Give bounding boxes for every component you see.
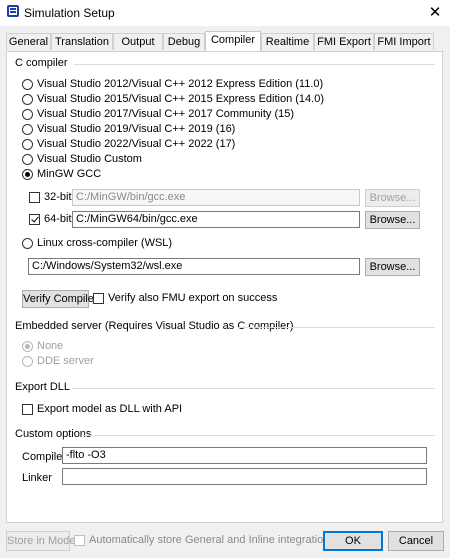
radio-vs2015-label: Visual Studio 2015/Visual C++ 2015 Expre… (37, 93, 324, 105)
tab-realtime[interactable]: Realtime (261, 33, 314, 50)
radio-server-dde[interactable] (22, 356, 33, 367)
title-bar: Simulation Setup ✕ (0, 0, 450, 26)
radio-vs2019[interactable] (22, 124, 33, 135)
cancel-button[interactable]: Cancel (388, 531, 444, 551)
radio-vs2015[interactable] (22, 94, 33, 105)
section-divider (237, 327, 435, 328)
custom-compiler-field[interactable]: -flto -O3 (62, 447, 427, 464)
radio-vs2017-label: Visual Studio 2017/Visual C++ 2017 Commu… (37, 108, 295, 120)
tab-general[interactable]: General (6, 33, 51, 50)
tab-translation[interactable]: Translation (51, 33, 113, 50)
mingw-32bit-checkbox[interactable] (29, 192, 40, 203)
app-icon (7, 5, 19, 17)
close-icon: ✕ (428, 4, 442, 21)
custom-linker-label: Linker (22, 472, 52, 484)
wsl-path-field[interactable]: C:/Windows/System32/wsl.exe (28, 258, 360, 275)
radio-linux-wsl[interactable] (22, 238, 33, 249)
radio-server-dde-label: DDE server (37, 355, 94, 367)
radio-vs2019-label: Visual Studio 2019/Visual C++ 2019 (16) (37, 123, 236, 135)
window-title: Simulation Setup (24, 6, 115, 20)
export-dll-label: Export model as DLL with API (37, 403, 183, 415)
store-in-model-button[interactable]: Store in Model (6, 531, 78, 551)
tab-output[interactable]: Output (113, 33, 163, 50)
radio-vs-custom-label: Visual Studio Custom (37, 153, 142, 165)
custom-compiler-label: Compiler (22, 451, 67, 463)
mingw-64bit-path-field[interactable]: C:/MinGW64/bin/gcc.exe (72, 211, 360, 228)
radio-linux-wsl-label: Linux cross-compiler (WSL) (37, 237, 173, 249)
verify-compiler-button[interactable]: Verify Compiler (22, 290, 98, 308)
tab-debug[interactable]: Debug (163, 33, 205, 50)
section-divider (72, 388, 435, 389)
mingw-64bit-browse-button[interactable]: Browse... (365, 211, 420, 229)
radio-mingw-gcc[interactable] (22, 169, 33, 180)
close-button[interactable]: ✕ (420, 0, 450, 26)
radio-server-none-label: None (37, 340, 64, 352)
export-dll-section-label: Export DLL (15, 381, 71, 393)
custom-linker-field[interactable] (62, 468, 427, 485)
section-divider (83, 435, 435, 436)
radio-vs2022-label: Visual Studio 2022/Visual C++ 2022 (17) (37, 138, 236, 150)
mingw-32bit-browse-button[interactable]: Browse... (365, 189, 420, 207)
verify-fmu-label: Verify also FMU export on success (108, 292, 278, 304)
verify-fmu-checkbox[interactable] (93, 293, 104, 304)
radio-vs2022[interactable] (22, 139, 33, 150)
radio-vs2012-label: Visual Studio 2012/Visual C++ 2012 Expre… (37, 78, 324, 90)
radio-server-none[interactable] (22, 341, 33, 352)
tab-fmi-export[interactable]: FMI Export (314, 33, 374, 50)
tab-fmi-import[interactable]: FMI Import (374, 33, 434, 50)
radio-vs-custom[interactable] (22, 154, 33, 165)
c-compiler-section-label: C compiler (15, 57, 68, 69)
mingw-64bit-label: 64-bit: (44, 213, 75, 225)
ok-button[interactable]: OK (323, 531, 383, 551)
mingw-64bit-checkbox[interactable] (29, 214, 40, 225)
radio-vs2017[interactable] (22, 109, 33, 120)
export-dll-checkbox[interactable] (22, 404, 33, 415)
radio-mingw-gcc-label: MinGW GCC (37, 168, 102, 180)
wsl-browse-button[interactable]: Browse... (365, 258, 420, 276)
section-divider (74, 64, 435, 65)
tab-compiler[interactable]: Compiler (205, 31, 261, 51)
custom-options-section-label: Custom options (15, 428, 92, 440)
mingw-32bit-label: 32-bit: (44, 191, 75, 203)
auto-store-checkbox[interactable] (74, 535, 85, 546)
embedded-server-section-label: Embedded server (Requires Visual Studio … (15, 320, 294, 332)
radio-vs2012[interactable] (22, 79, 33, 90)
mingw-32bit-path-field[interactable]: C:/MinGW/bin/gcc.exe (72, 189, 360, 206)
simulation-setup-dialog: Simulation Setup ✕ General Translation O… (0, 0, 450, 558)
